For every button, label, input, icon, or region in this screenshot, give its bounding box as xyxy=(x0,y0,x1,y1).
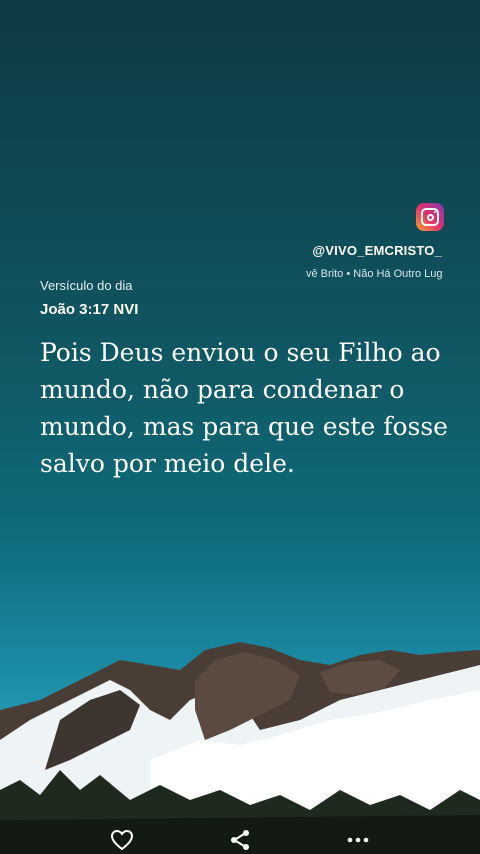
music-ticker: vê Brito • Não Há Outro Lug xyxy=(306,268,443,280)
more-icon[interactable] xyxy=(344,826,372,854)
share-icon[interactable] xyxy=(226,826,254,854)
verse-label: Versículo do dia xyxy=(40,278,133,293)
instagram-icon[interactable] xyxy=(416,203,444,231)
instagram-handle[interactable]: @VIVO_EMCRISTO_ xyxy=(312,243,442,258)
heart-icon[interactable] xyxy=(108,826,136,854)
verse-text: Pois Deus enviou o seu Filho ao mundo, n… xyxy=(40,338,448,478)
verse-reference: João 3:17 NVI xyxy=(40,301,139,318)
action-bar xyxy=(0,826,480,854)
